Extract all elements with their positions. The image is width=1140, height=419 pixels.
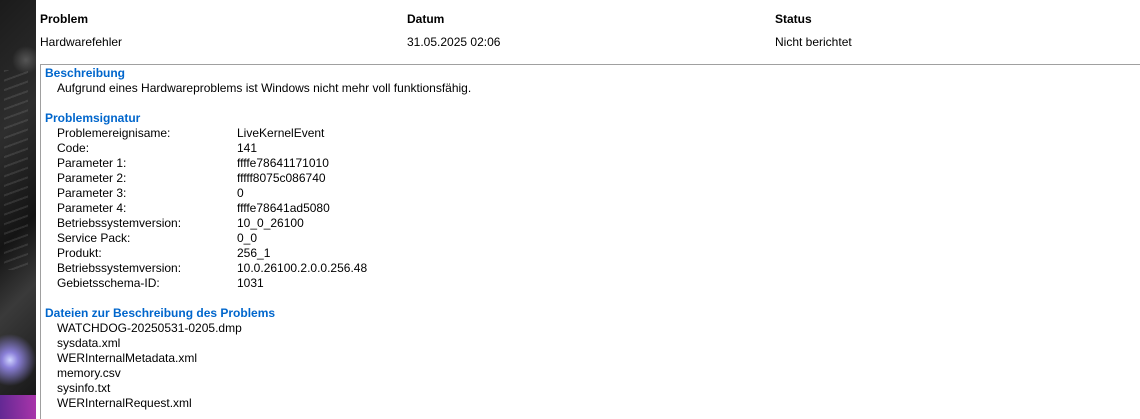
signature-value: ffffe78641ad5080 (237, 201, 330, 215)
section-title-beschreibung: Beschreibung (45, 66, 126, 80)
file-link[interactable]: WERInternalRequest.xml (57, 396, 192, 410)
problem-details-window: Problem Datum Status Hardwarefehler 31.0… (0, 0, 1140, 419)
signature-key: Parameter 4: (57, 201, 127, 215)
file-link[interactable]: WATCHDOG-20250531-0205.dmp (57, 321, 242, 335)
signature-value: ffffe78641171010 (237, 156, 329, 170)
signature-key: Service Pack: (57, 231, 131, 245)
signature-value: 256_1 (237, 246, 271, 260)
signature-value: LiveKernelEvent (237, 126, 325, 140)
signature-key: Code: (57, 141, 90, 155)
beschreibung-text: Aufgrund eines Hardwareproblems ist Wind… (57, 81, 472, 95)
signature-value: 141 (237, 141, 258, 155)
signature-key: Parameter 1: (57, 156, 127, 170)
signature-value: fffff8075c086740 (237, 171, 326, 185)
signature-key: Gebietsschema-ID: (57, 276, 160, 290)
signature-key: Parameter 3: (57, 186, 127, 200)
problem-list-table: Problem Datum Status Hardwarefehler 31.0… (36, 0, 1140, 60)
row-datum-value[interactable]: 31.05.2025 02:06 (407, 35, 500, 49)
section-title-problemsignatur: Problemsignatur (45, 111, 141, 125)
column-header-problem[interactable]: Problem (40, 12, 88, 26)
section-title-dateien: Dateien zur Beschreibung des Problems (45, 306, 276, 320)
signature-key: Betriebssystemversion: (57, 261, 182, 275)
file-link[interactable]: WERInternalMetadata.xml (57, 351, 197, 365)
row-status-value[interactable]: Nicht berichtet (775, 35, 852, 49)
signature-value: 10.0.26100.2.0.0.256.48 (237, 261, 368, 275)
signature-key: Parameter 2: (57, 171, 127, 185)
file-link[interactable]: sysdata.xml (57, 336, 120, 350)
desktop-wallpaper (0, 0, 36, 419)
signature-value: 0_0 (237, 231, 258, 245)
column-header-status[interactable]: Status (775, 12, 812, 26)
problem-details-panel: Beschreibung Aufgrund eines Hardwareprob… (40, 64, 1140, 419)
file-link[interactable]: sysinfo.txt (57, 381, 110, 395)
row-problem-value[interactable]: Hardwarefehler (40, 35, 122, 49)
signature-value: 0 (237, 186, 244, 200)
signature-value: 10_0_26100 (237, 216, 304, 230)
signature-key: Produkt: (57, 246, 102, 260)
signature-key: Betriebssystemversion: (57, 216, 182, 230)
column-header-datum[interactable]: Datum (407, 12, 444, 26)
signature-key: Problemereignisame: (57, 126, 171, 140)
signature-value: 1031 (237, 276, 264, 290)
file-link[interactable]: memory.csv (57, 366, 121, 380)
